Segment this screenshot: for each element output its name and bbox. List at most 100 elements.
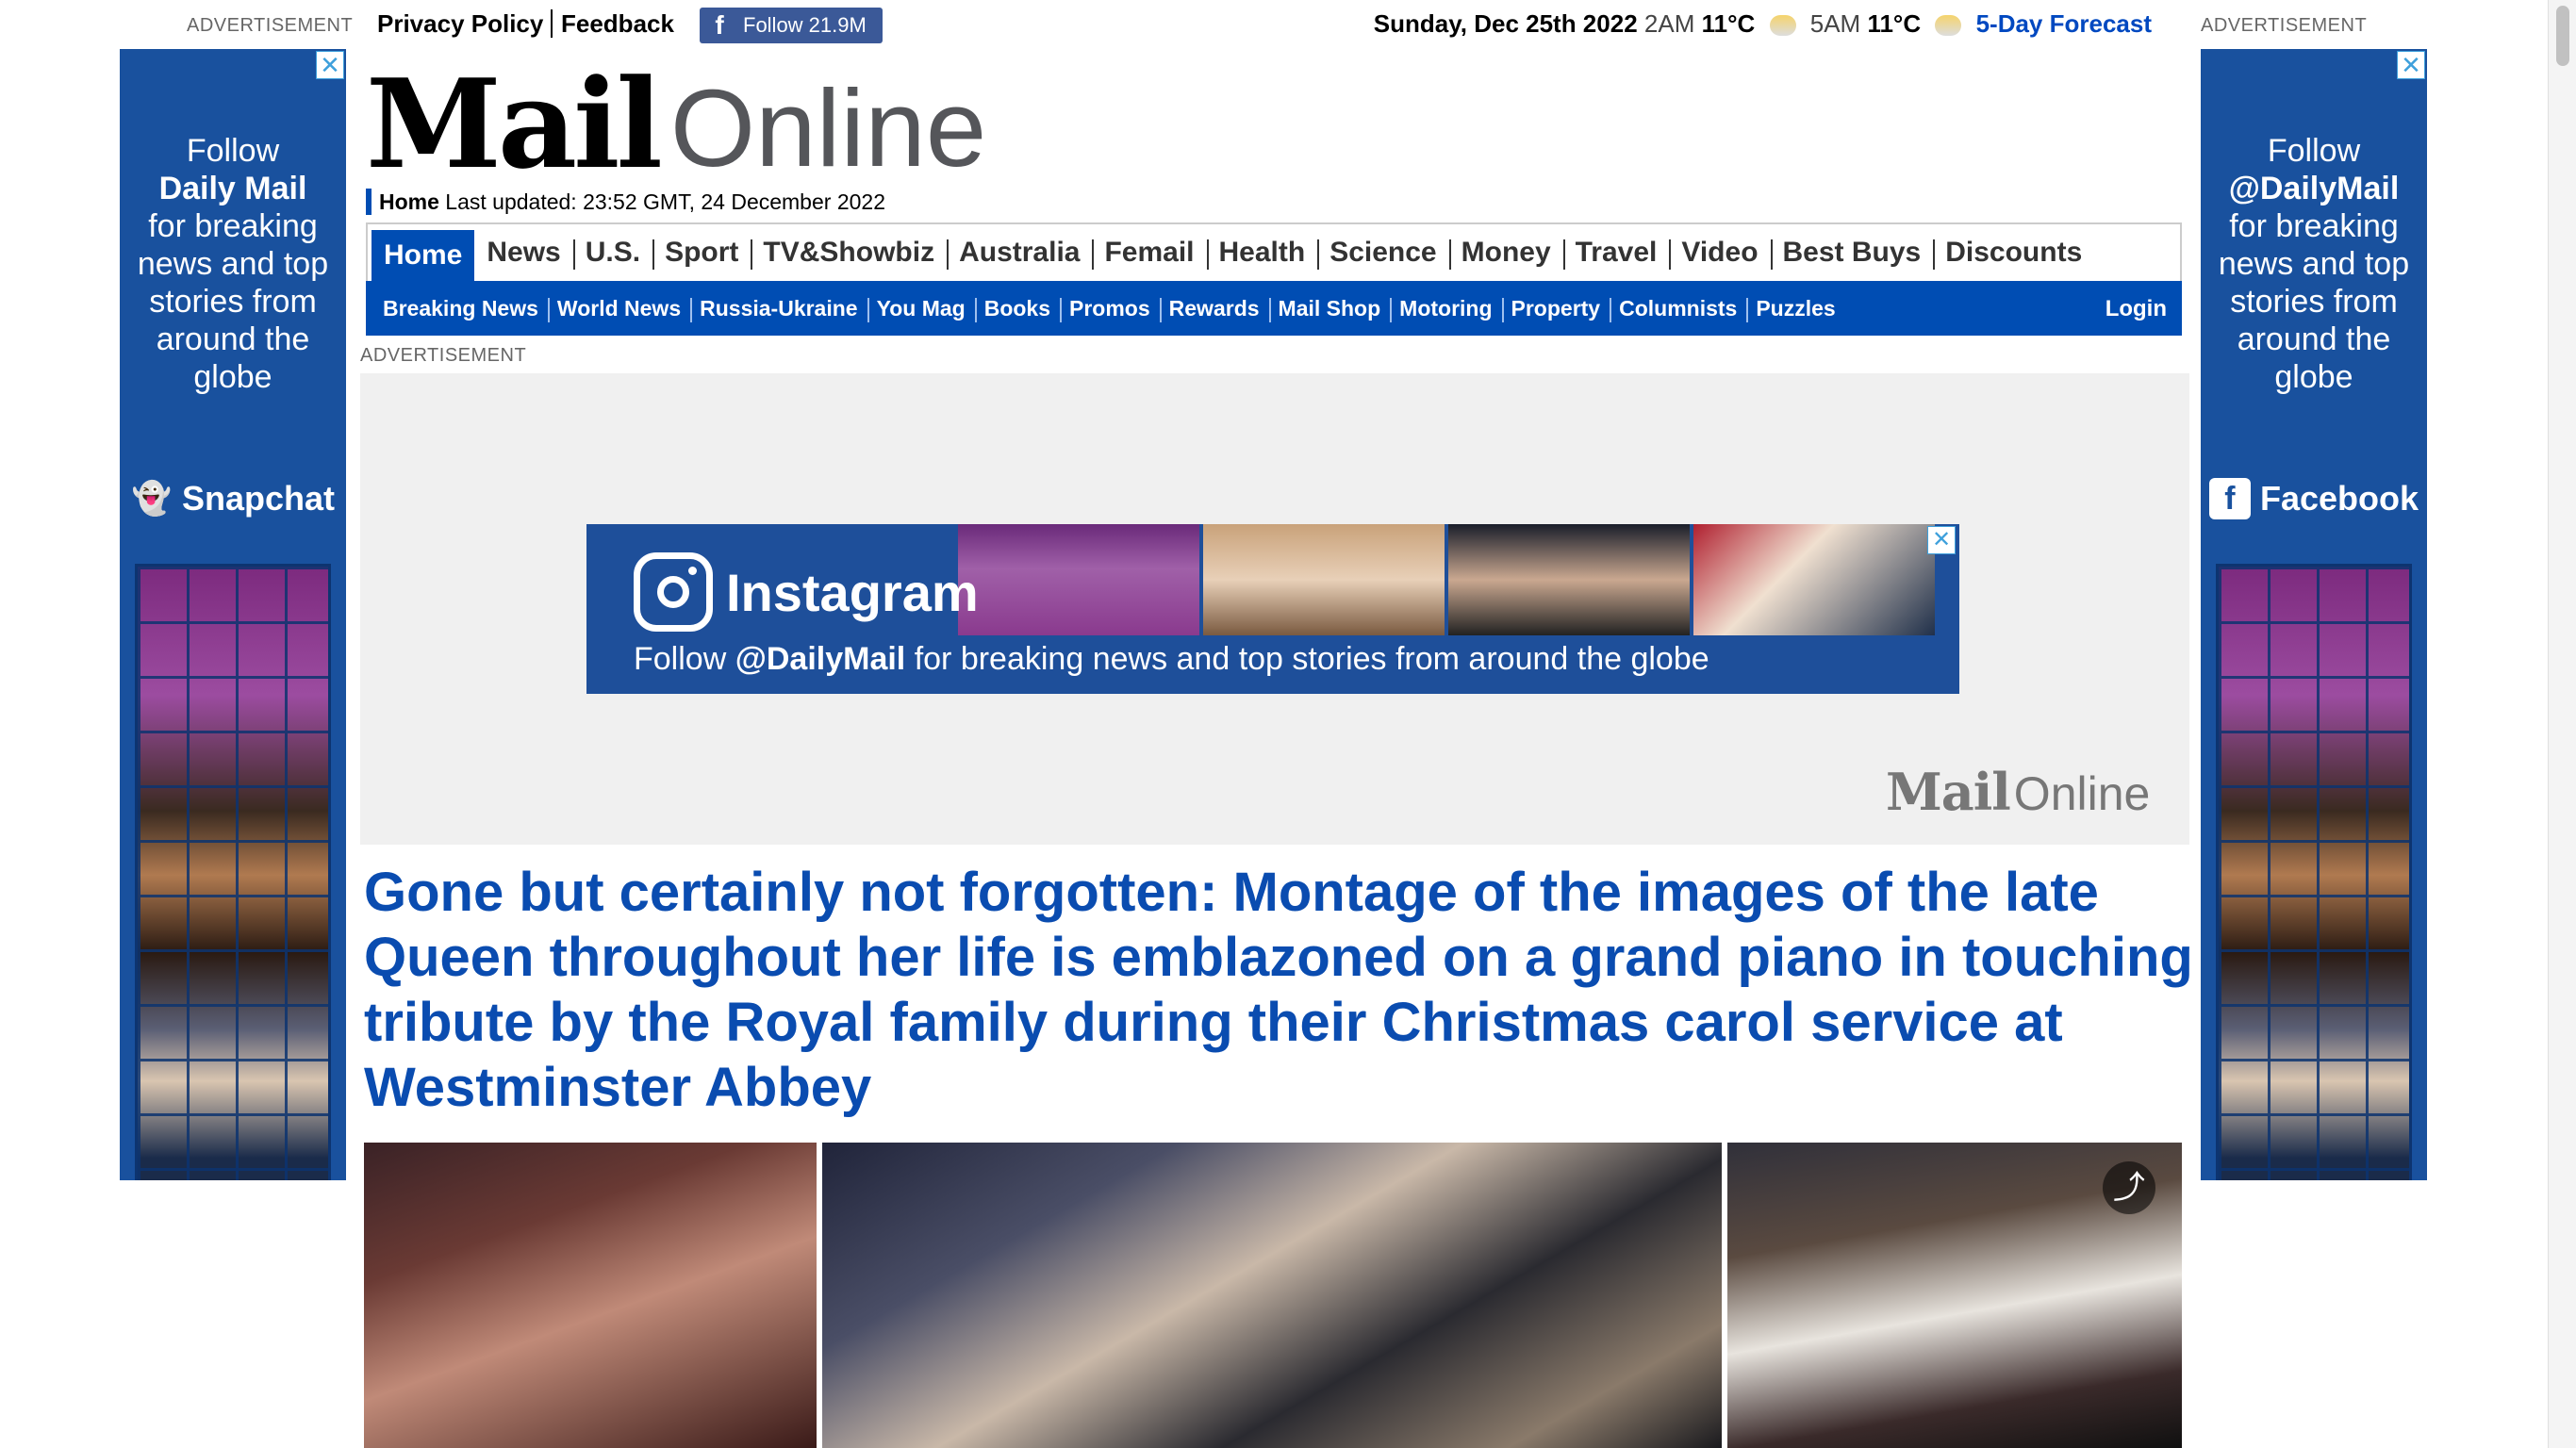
nav-money[interactable]: Money	[1448, 224, 1563, 281]
subnav-motoring[interactable]: Motoring	[1390, 296, 1501, 322]
primary-nav: Home News U.S. Sport TV&Showbiz Australi…	[366, 222, 2182, 281]
nav-home[interactable]: Home	[372, 230, 475, 281]
ad-text: Follow @DailyMail for breaking news and …	[2201, 132, 2427, 396]
instagram-label: Instagram	[726, 562, 979, 622]
instagram-tagline: Follow @DailyMail for breaking news and …	[634, 641, 1709, 678]
close-icon[interactable]: ✕	[2397, 51, 2425, 79]
scrollbar-thumb[interactable]	[2556, 6, 2569, 66]
subnav-you-mag[interactable]: You Mag	[867, 296, 975, 322]
ad-line: @DailyMail	[2228, 171, 2400, 206]
subnav-columnists[interactable]: Columnists	[1610, 296, 1746, 322]
ad-mailonline-logo: Mail Online	[1886, 762, 2150, 822]
logo-mail: Mail	[366, 52, 663, 196]
subnav-promos[interactable]: Promos	[1060, 296, 1160, 322]
logo-online: Online	[669, 67, 987, 189]
ad-line: around the	[2237, 321, 2391, 357]
mailonline-logo[interactable]: Mail Online	[366, 52, 987, 196]
brand-label: Facebook	[2259, 479, 2419, 518]
ad-line: around the	[156, 321, 310, 357]
ad-line: news and top	[137, 246, 329, 282]
subnav-rewards[interactable]: Rewards	[1159, 296, 1269, 322]
close-icon[interactable]: ✕	[316, 51, 344, 79]
ad-photo-strip	[958, 524, 1939, 635]
ad-line: stories from	[149, 284, 317, 320]
close-icon[interactable]: ✕	[1927, 526, 1956, 554]
home-breadcrumb[interactable]: Home	[379, 189, 439, 214]
nav-video[interactable]: Video	[1669, 224, 1770, 281]
share-icon[interactable]: ⤴	[2103, 1161, 2155, 1214]
ad-line: for breaking	[148, 208, 318, 244]
tagline-prefix: Follow	[634, 641, 727, 677]
article-photo[interactable]: ⤴	[1727, 1143, 2182, 1448]
temp-1: 11°C	[1701, 9, 1756, 38]
secondary-nav: Breaking News World News Russia-Ukraine …	[366, 281, 2182, 336]
ad-logo-online: Online	[2013, 767, 2151, 820]
article-headline[interactable]: Gone but certainly not forgotten: Montag…	[364, 860, 2193, 1120]
feedback-link[interactable]: Feedback	[561, 9, 674, 39]
privacy-policy-link[interactable]: Privacy Policy	[377, 9, 543, 39]
nav-femail[interactable]: Femail	[1092, 224, 1206, 281]
facebook-icon: f	[715, 10, 724, 40]
nav-science[interactable]: Science	[1317, 224, 1448, 281]
subnav-property[interactable]: Property	[1501, 296, 1610, 322]
nav-us[interactable]: U.S.	[572, 224, 652, 281]
scrollbar[interactable]	[2548, 0, 2576, 1448]
left-side-ad[interactable]: ✕ Follow Daily Mail for breaking news an…	[120, 49, 346, 1180]
ad-line: for breaking	[2229, 208, 2399, 244]
login-link[interactable]: Login	[2105, 296, 2167, 322]
subnav-books[interactable]: Books	[974, 296, 1060, 322]
instagram-brand: Instagram	[634, 552, 979, 632]
article-photo[interactable]	[822, 1143, 1722, 1448]
forecast-link[interactable]: 5-Day Forecast	[1976, 9, 2152, 38]
tagline-suffix: for breaking news and top stories from a…	[914, 641, 1709, 677]
date-text: Sunday, Dec 25th 2022	[1373, 9, 1638, 38]
divider	[551, 9, 553, 38]
nav-health[interactable]: Health	[1206, 224, 1318, 281]
tagline-handle: @DailyMail	[735, 641, 906, 677]
top-bar: ADVERTISEMENT Privacy Policy Feedback f …	[0, 0, 2546, 49]
subnav-world-news[interactable]: World News	[547, 296, 690, 322]
facebook-brand: f Facebook	[2201, 478, 2427, 519]
ad-text: Follow Daily Mail for breaking news and …	[120, 132, 346, 396]
subnav-puzzles[interactable]: Puzzles	[1746, 296, 1844, 322]
time-2: 5AM	[1809, 9, 1861, 38]
ad-line: globe	[2274, 359, 2353, 395]
snapchat-icon: 👻	[131, 481, 173, 517]
subnav-mail-shop[interactable]: Mail Shop	[1268, 296, 1391, 322]
ad-photo-collage	[2216, 564, 2412, 1180]
ad-label-right: ADVERTISEMENT	[2201, 15, 2368, 36]
nav-australia[interactable]: Australia	[947, 224, 1092, 281]
nav-discounts[interactable]: Discounts	[1933, 224, 2094, 281]
ad-photo-collage	[135, 564, 331, 1180]
weather-bar: Sunday, Dec 25th 2022 2AM 11°C 5AM 11°C …	[1374, 9, 2152, 39]
ad-label-content: ADVERTISEMENT	[360, 345, 527, 366]
brand-label: Snapchat	[181, 479, 336, 518]
temp-2: 11°C	[1867, 9, 1922, 38]
last-updated: Home Last updated: 23:52 GMT, 24 Decembe…	[366, 189, 885, 215]
right-side-ad[interactable]: ✕ Follow @DailyMail for breaking news an…	[2201, 49, 2427, 1180]
article-photo[interactable]	[364, 1143, 817, 1448]
nav-best-buys[interactable]: Best Buys	[1770, 224, 1934, 281]
partly-cloudy-icon	[1935, 15, 1962, 37]
ad-line: news and top	[2218, 246, 2410, 282]
ad-line: Follow	[2267, 133, 2361, 169]
subnav-breaking-news[interactable]: Breaking News	[373, 296, 548, 321]
ad-label-left: ADVERTISEMENT	[187, 15, 354, 36]
instagram-icon	[634, 552, 713, 632]
ad-line: Daily Mail	[158, 171, 307, 206]
last-updated-text: Last updated: 23:52 GMT, 24 December 202…	[445, 189, 885, 214]
nav-sport[interactable]: Sport	[652, 224, 751, 281]
snapchat-brand: 👻 Snapchat	[120, 478, 346, 519]
facebook-follow-label: Follow 21.9M	[743, 13, 867, 37]
ad-line: globe	[193, 359, 272, 395]
ad-line: stories from	[2230, 284, 2398, 320]
nav-tv-showbiz[interactable]: TV&Showbiz	[751, 224, 947, 281]
time-1: 2AM	[1643, 9, 1695, 38]
ad-logo-mail: Mail	[1886, 762, 2011, 822]
nav-news[interactable]: News	[474, 224, 572, 281]
instagram-banner-ad[interactable]: Instagram Follow @DailyMail for breaking…	[586, 524, 1959, 694]
nav-travel[interactable]: Travel	[1562, 224, 1670, 281]
subnav-russia-ukraine[interactable]: Russia-Ukraine	[690, 296, 867, 322]
partly-cloudy-icon	[1769, 15, 1796, 37]
facebook-follow-button[interactable]: f Follow 21.9M	[700, 8, 883, 43]
